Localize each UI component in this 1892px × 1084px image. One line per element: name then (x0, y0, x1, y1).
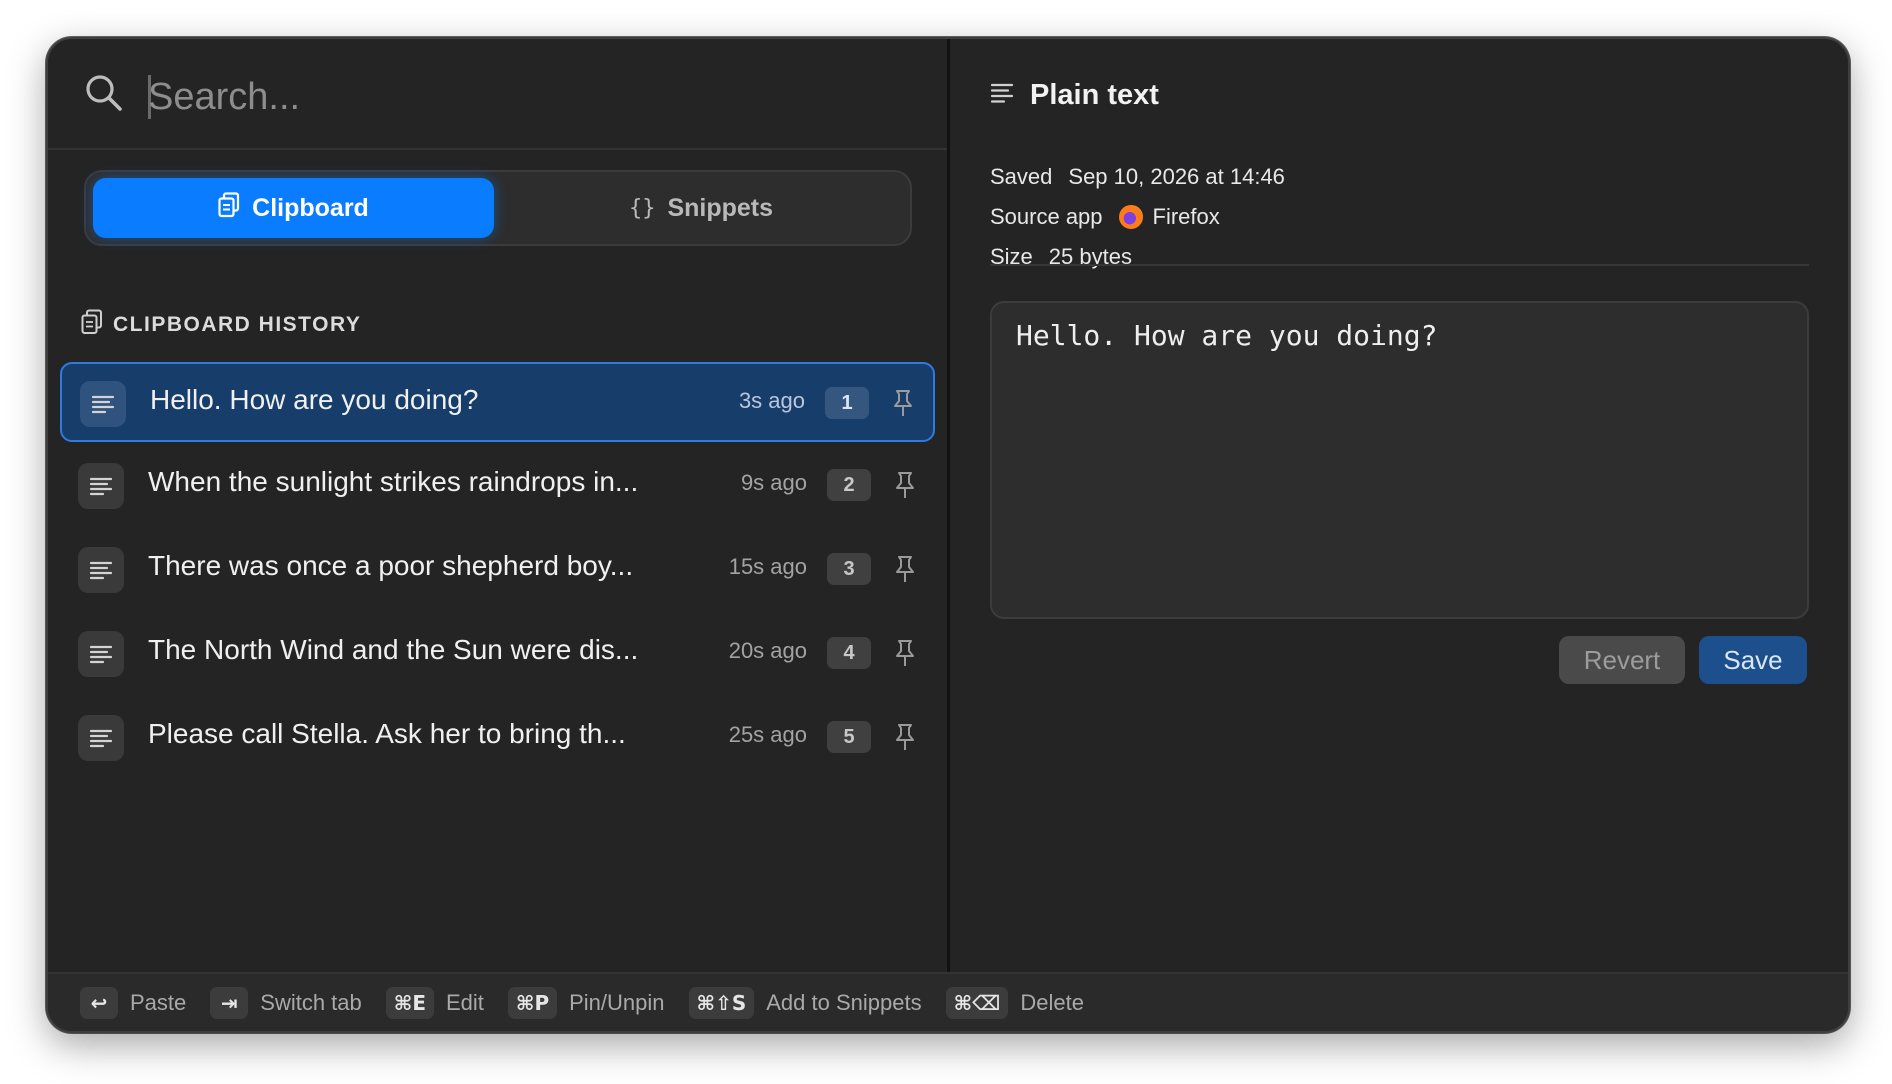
section-header: CLIPBOARD HISTORY (81, 309, 361, 341)
text-lines-icon (80, 381, 126, 427)
section-title: CLIPBOARD HISTORY (113, 313, 362, 336)
shortcut-key: ⌘P (507, 986, 558, 1019)
tab-switcher: Clipboard {} Snippets (84, 170, 912, 246)
tab-clipboard[interactable]: Clipboard (93, 178, 494, 238)
detail-pane: Plain text Saved Sep 10, 2026 at 14:46 S… (950, 39, 1848, 972)
pin-icon[interactable] (891, 388, 915, 418)
saved-meta: Saved Sep 10, 2026 at 14:46 (990, 164, 1285, 190)
revert-button[interactable]: Revert (1559, 636, 1685, 684)
item-time: 20s ago (728, 638, 807, 663)
hint-label: Pin/Unpin (569, 989, 665, 1015)
left-pane: Clipboard {} Snippets CLIPBOARD HISTORY … (48, 39, 947, 972)
item-index-badge: 1 (825, 387, 869, 419)
item-text: Please call Stella. Ask her to bring th.… (148, 718, 626, 749)
item-time: 3s ago (738, 388, 805, 413)
shortcut-key: ⌘⇧S (688, 986, 755, 1019)
list-item[interactable]: Please call Stella. Ask her to bring th.… (60, 698, 935, 778)
text-lines-icon (78, 547, 124, 593)
text-lines-icon (78, 463, 124, 509)
divider (990, 264, 1809, 266)
list-item[interactable]: The North Wind and the Sun were dis... 2… (60, 614, 935, 694)
hint-label: Switch tab (260, 989, 362, 1015)
item-index-badge: 5 (827, 721, 871, 753)
content-editor[interactable]: Hello. How are you doing? (990, 301, 1809, 619)
clipboard-manager-window: Clipboard {} Snippets CLIPBOARD HISTORY … (46, 37, 1850, 1033)
tab-snippets[interactable]: {} Snippets (500, 178, 902, 238)
list-item[interactable]: Hello. How are you doing? 3s ago 1 (60, 362, 935, 442)
search-bar (48, 39, 947, 150)
source-label: Source app (990, 204, 1103, 229)
detail-title: Plain text (1030, 79, 1159, 111)
size-label: Size (990, 244, 1033, 269)
clipboard-icon (81, 309, 103, 341)
saved-value: Sep 10, 2026 at 14:46 (1068, 164, 1285, 189)
search-input[interactable] (148, 69, 908, 125)
clipboard-list: Hello. How are you doing? 3s ago 1 When … (60, 362, 935, 782)
item-index-badge: 2 (827, 469, 871, 501)
list-item[interactable]: There was once a poor shepherd boy... 15… (60, 530, 935, 610)
search-icon (84, 73, 124, 118)
item-time: 15s ago (728, 554, 807, 579)
item-index-badge: 4 (827, 637, 871, 669)
text-lines-icon (78, 631, 124, 677)
save-button[interactable]: Save (1699, 636, 1807, 684)
item-text: There was once a poor shepherd boy... (148, 550, 634, 581)
pin-icon[interactable] (893, 638, 917, 668)
hint-label: Edit (445, 989, 484, 1015)
braces-icon: {} (628, 195, 656, 221)
text-lines-icon (990, 82, 1014, 109)
pin-icon[interactable] (893, 470, 917, 500)
list-item[interactable]: When the sunlight strikes raindrops in..… (60, 446, 935, 526)
source-value: Firefox (1152, 204, 1220, 229)
source-meta: Source app Firefox (990, 204, 1220, 230)
tab-snippets-label: Snippets (667, 193, 774, 222)
item-index-badge: 3 (827, 553, 871, 585)
hint-delete[interactable]: ⌘⌫ Delete (945, 986, 1085, 1019)
detail-header: Plain text (990, 79, 1159, 112)
item-text: Hello. How are you doing? (150, 384, 479, 415)
item-text: The North Wind and the Sun were dis... (148, 634, 639, 665)
item-time: 25s ago (728, 722, 807, 747)
text-lines-icon (78, 715, 124, 761)
saved-label: Saved (990, 164, 1053, 189)
hint-label: Paste (130, 989, 187, 1015)
shortcut-footer: ↩ Paste ⇥ Switch tab ⌘E Edit ⌘P Pin/Unpi… (48, 972, 1848, 1031)
hint-pin-unpin[interactable]: ⌘P Pin/Unpin (507, 986, 665, 1019)
hint-label: Add to Snippets (766, 989, 922, 1015)
pin-icon[interactable] (893, 722, 917, 752)
pin-icon[interactable] (893, 554, 917, 584)
tab-key-icon: ⇥ (210, 986, 249, 1019)
item-text: When the sunlight strikes raindrops in..… (148, 466, 639, 497)
shortcut-key: ⌘⌫ (945, 986, 1009, 1019)
item-time: 9s ago (740, 470, 807, 495)
tab-clipboard-label: Clipboard (252, 193, 369, 222)
firefox-icon (1118, 205, 1143, 229)
hint-label: Delete (1020, 989, 1085, 1015)
size-meta: Size 25 bytes (990, 244, 1132, 270)
return-key-icon: ↩ (80, 986, 118, 1019)
hint-add-to-snippets[interactable]: ⌘⇧S Add to Snippets (688, 986, 922, 1019)
shortcut-key: ⌘E (385, 986, 434, 1019)
size-value: 25 bytes (1048, 244, 1132, 269)
clipboard-icon (218, 191, 240, 225)
hint-paste[interactable]: ↩ Paste (80, 986, 187, 1019)
hint-edit[interactable]: ⌘E Edit (385, 986, 484, 1019)
hint-switch-tab[interactable]: ⇥ Switch tab (210, 986, 362, 1019)
